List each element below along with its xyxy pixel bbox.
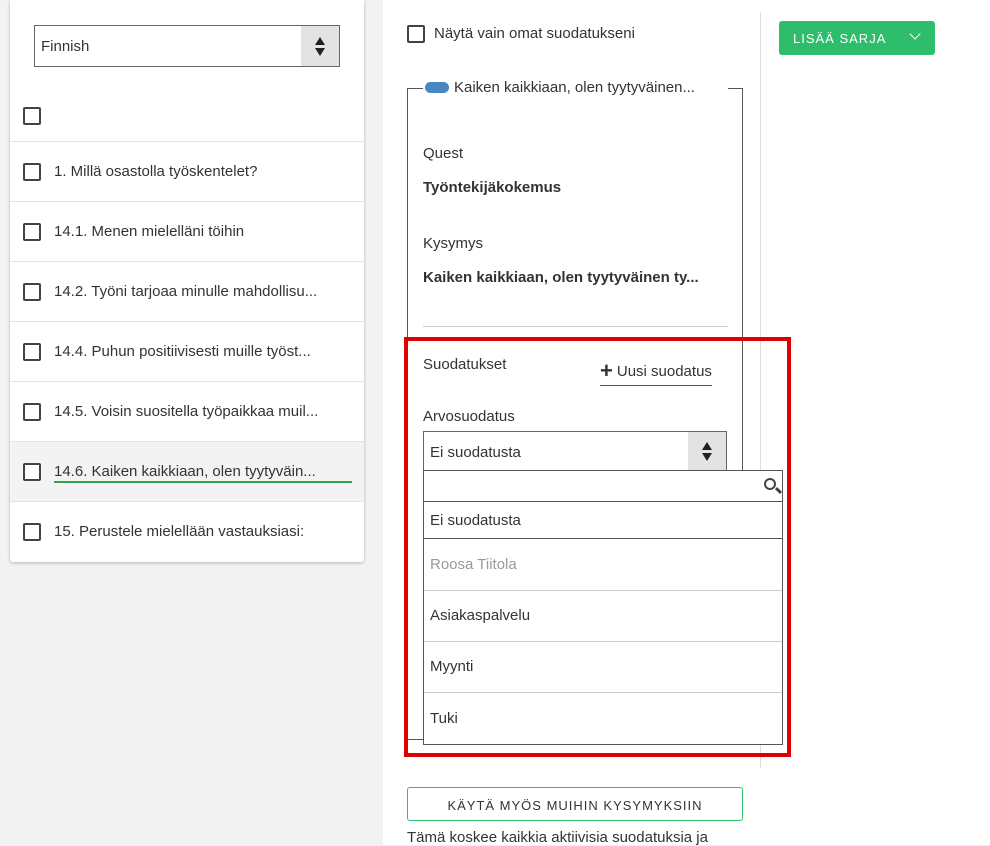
question-label: 1. Millä osastolla työskentelet? bbox=[54, 163, 258, 180]
question-row[interactable]: 1. Millä osastolla työskentelet? bbox=[10, 141, 364, 201]
select-all-checkbox[interactable] bbox=[23, 107, 41, 125]
language-select-value: Finnish bbox=[41, 38, 90, 55]
question-checkbox[interactable] bbox=[23, 163, 41, 181]
question-label-heading: Kysymys bbox=[423, 235, 483, 252]
question-row[interactable]: 14.4. Puhun positiivisesti muille työst.… bbox=[10, 321, 364, 381]
question-checkbox[interactable] bbox=[23, 283, 41, 301]
apply-note-text: Tämä koskee kaikkia aktiivisia suodatuks… bbox=[407, 829, 708, 846]
language-select[interactable]: Finnish bbox=[34, 25, 340, 67]
question-label: 14.5. Voisin suositella työpaikkaa muil.… bbox=[54, 403, 319, 420]
series-color-icon bbox=[425, 81, 449, 93]
own-filters-checkbox[interactable] bbox=[407, 25, 425, 43]
question-label: 15. Perustele mielellään vastauksiasi: bbox=[54, 523, 305, 540]
quest-label: Quest bbox=[423, 145, 464, 162]
question-checkbox[interactable] bbox=[23, 403, 41, 421]
select-arrows-icon bbox=[301, 26, 339, 66]
add-series-label: LISÄÄ SARJA bbox=[793, 31, 887, 46]
own-filters-label: Näytä vain omat suodatukseni bbox=[434, 25, 635, 42]
question-label: 14.2. Työni tarjoaa minulle mahdollisu..… bbox=[54, 283, 318, 300]
series-legend[interactable]: Kaiken kaikkiaan, olen tyytyväinen... bbox=[425, 79, 695, 96]
question-checkbox[interactable] bbox=[23, 223, 41, 241]
question-row[interactable]: 14.2. Työni tarjoaa minulle mahdollisu..… bbox=[10, 261, 364, 321]
question-label: 14.6. Kaiken kaikkiaan, olen tyytyväin..… bbox=[54, 463, 352, 483]
question-row[interactable]: 14.5. Voisin suositella työpaikkaa muil.… bbox=[10, 381, 364, 441]
quest-value: Työntekijäkokemus bbox=[423, 179, 562, 196]
question-value: Kaiken kaikkiaan, olen tyytyväinen ty... bbox=[423, 269, 699, 286]
add-series-button[interactable]: LISÄÄ SARJA bbox=[779, 21, 935, 55]
question-checkbox[interactable] bbox=[23, 343, 41, 361]
right-panel bbox=[761, 0, 990, 845]
question-row-active[interactable]: 14.6. Kaiken kaikkiaan, olen tyytyväin..… bbox=[10, 441, 364, 501]
question-row[interactable]: 14.1. Menen mielelläni töihin bbox=[10, 201, 364, 261]
question-checkbox[interactable] bbox=[23, 523, 41, 541]
question-checkbox[interactable] bbox=[23, 463, 41, 481]
question-label: 14.1. Menen mielelläni töihin bbox=[54, 223, 245, 240]
question-row[interactable]: 15. Perustele mielellään vastauksiasi: bbox=[10, 501, 364, 561]
chevron-down-icon bbox=[909, 28, 921, 40]
question-label: 14.4. Puhun positiivisesti muille työst.… bbox=[54, 343, 311, 360]
apply-to-other-questions-button[interactable]: KÄYTÄ MYÖS MUIHIN KYSYMYKSIIN bbox=[407, 787, 743, 821]
divider bbox=[423, 326, 728, 327]
series-legend-label: Kaiken kaikkiaan, olen tyytyväinen... bbox=[454, 79, 695, 96]
highlight-box bbox=[404, 337, 791, 757]
question-list-panel: Finnish 1. Millä osastolla työskentelet?… bbox=[10, 0, 364, 562]
